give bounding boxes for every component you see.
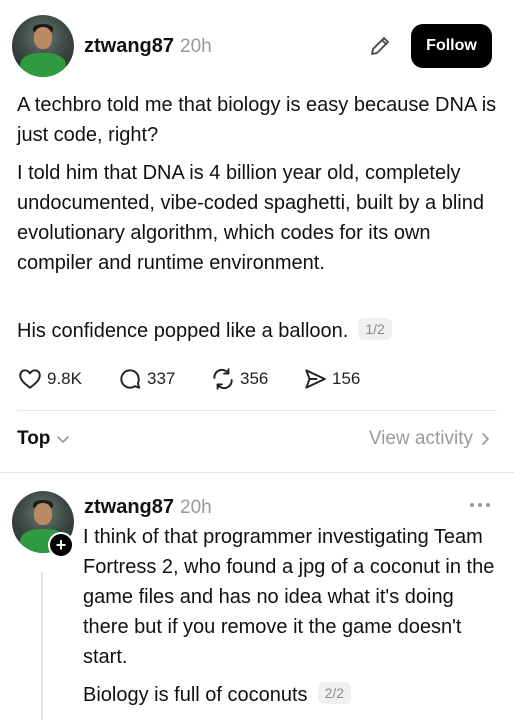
- reply-username[interactable]: ztwang87: [84, 496, 174, 519]
- reply-last-line: Biology is full of coconuts 2/2: [83, 680, 503, 710]
- post-paragraph: His confidence popped like a balloon.: [17, 320, 349, 342]
- repost-arrows-icon: [213, 368, 233, 390]
- comment-bubble-icon: [120, 369, 141, 389]
- chevron-right-icon: [482, 433, 489, 445]
- post-avatar[interactable]: [12, 15, 74, 77]
- heart-icon: [19, 369, 41, 389]
- post-paragraph: I told him that DNA is 4 billion year ol…: [17, 162, 484, 274]
- like-button[interactable]: 9.8K: [17, 364, 82, 394]
- reply-count: 337: [147, 369, 176, 388]
- send-icon: [305, 369, 326, 389]
- view-activity-link[interactable]: View activity: [369, 428, 491, 450]
- thread-line: [41, 572, 43, 720]
- reply-button[interactable]: 337: [117, 364, 175, 394]
- post-paragraph: A techbro told me that biology is easy b…: [17, 94, 497, 146]
- more-dots-icon[interactable]: [470, 500, 492, 510]
- sort-label: Top: [17, 428, 51, 449]
- reply-paragraph: I think of that programmer investigating…: [83, 526, 495, 668]
- post-username[interactable]: ztwang87: [84, 35, 174, 58]
- view-activity-label: View activity: [368, 428, 473, 449]
- repost-count: 356: [240, 369, 269, 388]
- post-pager: 1/2: [358, 318, 392, 340]
- pencil-icon[interactable]: [368, 34, 392, 58]
- share-count: 156: [332, 369, 361, 388]
- reply-pager: 2/2: [317, 682, 352, 704]
- post-time: 20h: [180, 36, 212, 57]
- follow-button[interactable]: Follow: [411, 24, 492, 68]
- reply-paragraph: Biology is full of coconuts: [83, 684, 308, 706]
- repost-button[interactable]: 356: [210, 364, 268, 394]
- chevron-down-icon: [57, 436, 70, 443]
- sort-dropdown[interactable]: Top: [17, 428, 70, 450]
- plus-icon[interactable]: +: [48, 532, 74, 558]
- reply-time: 20h: [180, 497, 212, 518]
- divider: [0, 472, 514, 473]
- like-count: 9.8K: [47, 369, 82, 388]
- share-button[interactable]: 156: [302, 364, 360, 394]
- divider: [17, 410, 497, 411]
- post-last-line: His confidence popped like a balloon. 1/2: [17, 316, 497, 346]
